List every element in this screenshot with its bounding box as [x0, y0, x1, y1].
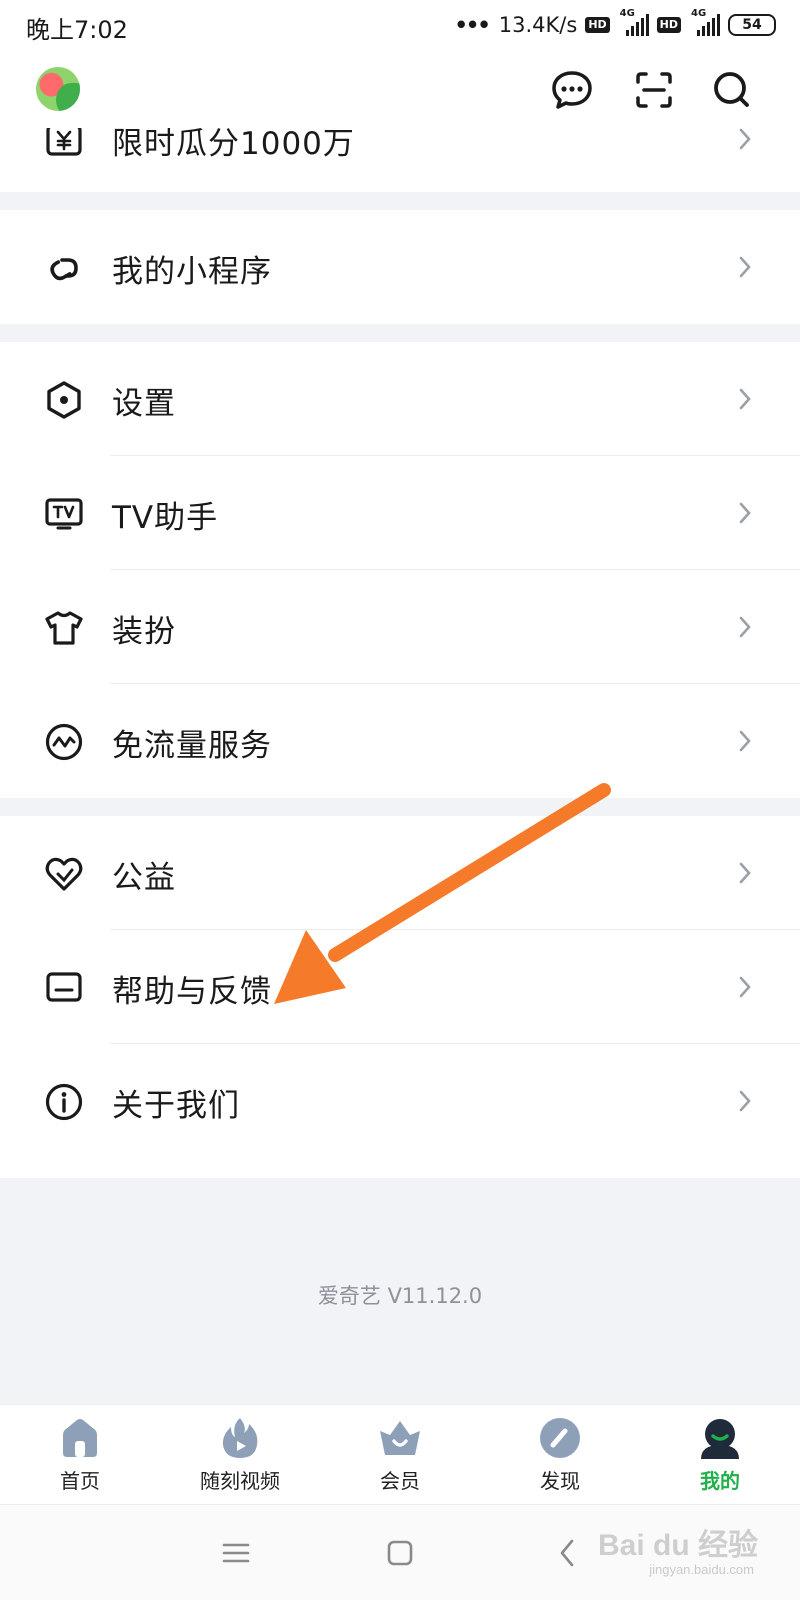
- section-gap: [0, 798, 800, 816]
- message-box-icon: [46, 972, 82, 1002]
- tab-mine[interactable]: 我的: [650, 1415, 790, 1501]
- chevron-right-icon: [739, 1090, 751, 1112]
- chevron-right-icon: [739, 128, 751, 150]
- hd-badge-1: HD: [585, 17, 610, 33]
- menu-item-free-data[interactable]: 免流量服务: [0, 684, 800, 798]
- notification-dots: •••: [454, 13, 490, 37]
- scan-icon[interactable]: [632, 68, 676, 112]
- menu-item-label: 设置: [112, 386, 176, 422]
- profile-icon: [701, 1419, 739, 1459]
- menu-item-dress-up[interactable]: 装扮: [0, 570, 800, 684]
- tab-label: 随刻视频: [200, 1469, 280, 1493]
- battery-icon: 54: [728, 14, 776, 36]
- chevron-right-icon: [739, 502, 751, 524]
- tab-label: 首页: [60, 1469, 100, 1493]
- home-icon: [63, 1419, 97, 1457]
- tshirt-icon: [45, 611, 83, 645]
- signal-icon-1: 4G: [618, 8, 649, 36]
- tab-vip[interactable]: 会员: [330, 1415, 470, 1501]
- tab-label: 会员: [380, 1469, 420, 1493]
- signal-icon-2: 4G: [689, 8, 720, 36]
- link-icon: [50, 258, 78, 281]
- tab-short-video[interactable]: 随刻视频: [170, 1415, 310, 1501]
- menu-item-label: TV助手: [112, 500, 219, 536]
- chevron-right-icon: [739, 730, 751, 752]
- menu-icon[interactable]: [218, 1535, 254, 1571]
- chevron-right-icon: [739, 388, 751, 410]
- home-square-icon[interactable]: [382, 1535, 418, 1571]
- section-gap: [0, 324, 800, 342]
- top-header: [0, 50, 800, 128]
- tv-icon: [45, 498, 83, 530]
- menu-item-label: 装扮: [112, 614, 176, 650]
- status-time: 晚上7:02: [26, 16, 128, 44]
- menu-item-about-us[interactable]: 关于我们: [0, 1044, 800, 1158]
- menu-item-label: 公益: [112, 860, 176, 896]
- menu-item-charity[interactable]: 公益: [0, 816, 800, 930]
- menu-item-label: 关于我们: [112, 1088, 240, 1124]
- network-type-1: 4G: [619, 8, 635, 19]
- menu-item-tv-assistant[interactable]: TV助手: [0, 456, 800, 570]
- tab-discover[interactable]: 发现: [490, 1415, 630, 1501]
- chevron-right-icon: [739, 976, 751, 998]
- bottom-tab-bar: 首页 随刻视频 会员 发现 我的: [0, 1404, 800, 1504]
- chevron-right-icon: [739, 256, 751, 278]
- status-indicators: ••• 13.4K/s HD 4G HD 4G 54: [454, 8, 776, 40]
- compass-icon: [540, 1418, 580, 1458]
- hd-badge-2: HD: [656, 17, 681, 33]
- hexagon-gear-icon: [47, 381, 81, 419]
- watermark-logo: Bai du 经验: [597, 1529, 758, 1562]
- app-version: 爱奇艺 V11.12.0: [317, 1284, 483, 1308]
- watermark-url: jingyan.baidu.com: [649, 1562, 754, 1577]
- status-bar: 晚上7:02 ••• 13.4K/s HD 4G HD 4G 54: [0, 0, 800, 50]
- menu-item-label: 免流量服务: [112, 728, 272, 764]
- avatar-icon[interactable]: [36, 67, 80, 111]
- menu-item-settings[interactable]: 设置: [0, 342, 800, 456]
- chevron-right-icon: [739, 862, 751, 884]
- tab-label: 发现: [540, 1469, 580, 1493]
- flame-icon: [222, 1418, 258, 1458]
- crown-icon: [380, 1421, 420, 1455]
- search-icon[interactable]: [710, 68, 754, 112]
- network-speed: 13.4K/s: [498, 13, 578, 37]
- message-icon[interactable]: [550, 68, 594, 112]
- network-type-2: 4G: [691, 8, 707, 19]
- tab-home[interactable]: 首页: [10, 1415, 150, 1501]
- menu-item-mini-program[interactable]: 我的小程序: [0, 210, 800, 324]
- menu-item-label: 帮助与反馈: [112, 974, 272, 1010]
- back-icon[interactable]: [550, 1535, 586, 1571]
- info-icon: [45, 1083, 83, 1121]
- data-wave-icon: [45, 723, 83, 761]
- menu-item-label: 我的小程序: [112, 254, 272, 290]
- chevron-right-icon: [739, 616, 751, 638]
- tab-label: 我的: [700, 1469, 740, 1493]
- menu-item-help-feedback[interactable]: 帮助与反馈: [0, 930, 800, 1044]
- section-gap: [0, 192, 800, 210]
- heart-icon: [45, 857, 83, 891]
